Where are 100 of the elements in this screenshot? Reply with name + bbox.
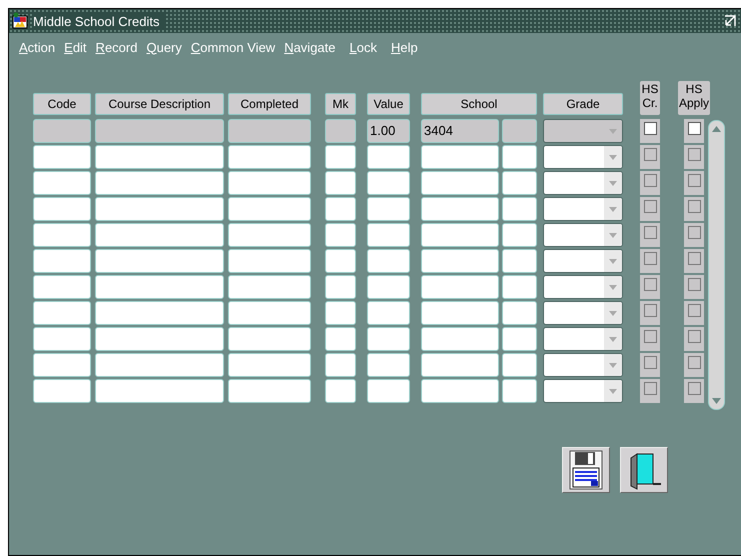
input-field[interactable] — [421, 171, 499, 195]
menu-item[interactable]: Help — [390, 40, 418, 54]
input-field[interactable] — [33, 171, 91, 195]
input-field[interactable] — [367, 223, 410, 247]
input-field[interactable] — [502, 301, 537, 325]
checkbox[interactable] — [688, 122, 700, 135]
input-field[interactable] — [421, 301, 499, 325]
input-field[interactable] — [228, 223, 311, 247]
input-field[interactable] — [325, 145, 356, 169]
grade-dropdown[interactable] — [543, 301, 623, 325]
checkbox[interactable] — [644, 252, 656, 265]
checkbox[interactable] — [644, 226, 656, 239]
input-field[interactable] — [325, 301, 356, 325]
input-field[interactable] — [502, 327, 537, 351]
input-field[interactable] — [33, 353, 91, 377]
restore-icon[interactable] — [723, 14, 737, 28]
input-field[interactable] — [325, 327, 356, 351]
input-field[interactable] — [502, 353, 537, 377]
checkbox[interactable] — [644, 304, 656, 317]
checkbox[interactable] — [688, 356, 700, 369]
input-field[interactable] — [228, 379, 311, 403]
checkbox[interactable] — [688, 304, 700, 317]
input-field[interactable] — [325, 353, 356, 377]
input-field[interactable] — [228, 197, 311, 221]
input-field[interactable] — [421, 249, 499, 273]
input-field[interactable] — [95, 145, 224, 169]
input-field[interactable] — [502, 379, 537, 403]
input-field[interactable] — [367, 145, 410, 169]
input-field[interactable] — [502, 275, 537, 299]
input-field[interactable] — [33, 119, 91, 143]
input-field[interactable] — [367, 275, 410, 299]
input-field[interactable] — [33, 275, 91, 299]
menu-item[interactable]: Edit — [64, 40, 87, 54]
input-field[interactable] — [228, 327, 311, 351]
scroll-up-icon[interactable] — [712, 126, 721, 132]
input-field[interactable] — [95, 249, 224, 273]
grade-dropdown[interactable] — [543, 145, 623, 169]
input-field[interactable] — [95, 119, 224, 143]
input-field[interactable] — [95, 301, 224, 325]
input-field[interactable] — [502, 223, 537, 247]
input-field[interactable] — [228, 119, 311, 143]
scrollbar[interactable] — [708, 120, 725, 410]
input-field[interactable] — [367, 249, 410, 273]
checkbox[interactable] — [688, 174, 700, 187]
grade-dropdown[interactable] — [543, 249, 623, 273]
input-field[interactable] — [367, 327, 410, 351]
input-field[interactable] — [502, 171, 537, 195]
input-field[interactable] — [325, 275, 356, 299]
grade-dropdown[interactable] — [543, 223, 623, 247]
input-field[interactable] — [33, 301, 91, 325]
checkbox[interactable] — [644, 330, 656, 343]
grade-dropdown[interactable] — [543, 197, 623, 221]
input-field[interactable] — [502, 197, 537, 221]
input-field[interactable] — [325, 197, 356, 221]
input-field[interactable] — [367, 353, 410, 377]
input-field[interactable] — [421, 145, 499, 169]
scroll-down-icon[interactable] — [712, 398, 721, 404]
input-field[interactable] — [95, 379, 224, 403]
menu-item[interactable]: Common View — [190, 40, 276, 54]
input-field[interactable] — [325, 119, 356, 143]
input-field[interactable] — [502, 119, 537, 143]
menu-item[interactable]: Lock — [350, 40, 377, 54]
input-field[interactable] — [421, 275, 499, 299]
input-field[interactable] — [95, 223, 224, 247]
input-field[interactable]: 3404 — [421, 119, 499, 143]
input-field[interactable] — [325, 249, 356, 273]
checkbox[interactable] — [688, 148, 700, 161]
grade-dropdown[interactable] — [543, 119, 623, 143]
checkbox[interactable] — [688, 226, 700, 239]
input-field[interactable] — [228, 145, 311, 169]
input-field[interactable] — [502, 145, 537, 169]
input-field[interactable] — [95, 275, 224, 299]
checkbox[interactable] — [688, 252, 700, 265]
menu-item[interactable]: Record — [96, 40, 138, 54]
checkbox[interactable] — [688, 382, 700, 395]
checkbox[interactable] — [644, 356, 656, 369]
input-field[interactable] — [33, 145, 91, 169]
checkbox[interactable] — [644, 174, 656, 187]
input-field[interactable] — [325, 171, 356, 195]
menu-item[interactable]: Action — [19, 40, 56, 54]
input-field[interactable] — [367, 379, 410, 403]
input-field[interactable] — [228, 249, 311, 273]
input-field[interactable] — [367, 301, 410, 325]
input-field[interactable] — [325, 379, 356, 403]
checkbox[interactable] — [688, 330, 700, 343]
checkbox[interactable] — [688, 200, 700, 213]
menu-item[interactable]: Navigate — [284, 40, 336, 54]
save-button[interactable] — [562, 447, 610, 493]
checkbox[interactable] — [644, 122, 656, 135]
input-field[interactable] — [421, 379, 499, 403]
input-field[interactable] — [502, 249, 537, 273]
grade-dropdown[interactable] — [543, 379, 623, 403]
input-field[interactable] — [421, 223, 499, 247]
input-field[interactable] — [33, 223, 91, 247]
input-field[interactable] — [95, 327, 224, 351]
checkbox[interactable] — [644, 148, 656, 161]
input-field[interactable] — [325, 223, 356, 247]
checkbox[interactable] — [644, 200, 656, 213]
input-field[interactable] — [33, 327, 91, 351]
input-field[interactable] — [33, 379, 91, 403]
